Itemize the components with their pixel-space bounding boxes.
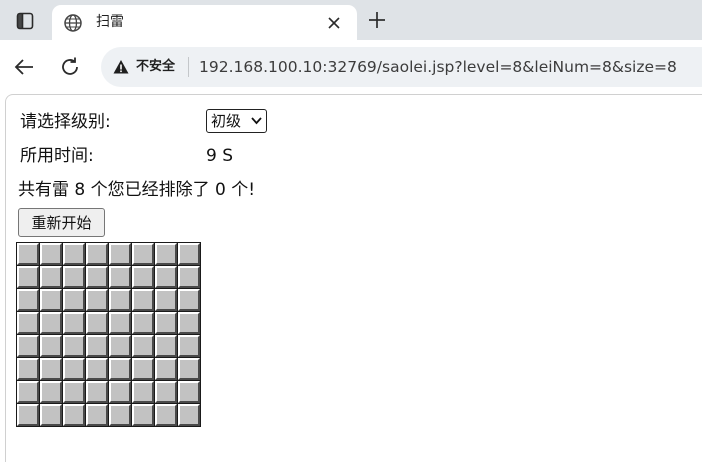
mine-cell[interactable]: [16, 357, 40, 381]
mine-cell[interactable]: [177, 380, 201, 404]
mine-cell[interactable]: [154, 357, 178, 381]
mine-cell[interactable]: [16, 265, 40, 289]
security-indicator[interactable]: 不安全: [136, 57, 175, 77]
mine-cell[interactable]: [108, 288, 132, 312]
mine-cell[interactable]: [154, 265, 178, 289]
mine-cell[interactable]: [131, 311, 155, 335]
mine-cell[interactable]: [39, 288, 63, 312]
mine-cell[interactable]: [39, 403, 63, 427]
mine-cell[interactable]: [177, 334, 201, 358]
omnibox-divider: [188, 57, 189, 77]
mine-counter-text: 共有雷 8 个您已经排除了 0 个!: [18, 180, 256, 200]
mine-cell[interactable]: [62, 357, 86, 381]
mine-cell[interactable]: [39, 265, 63, 289]
browser-toolbar: 不安全 192.168.100.10:32769/saolei.jsp?leve…: [0, 40, 702, 94]
mine-cell[interactable]: [131, 380, 155, 404]
mine-cell[interactable]: [16, 311, 40, 335]
tab-actions-button[interactable]: [10, 8, 40, 34]
warning-icon: [113, 60, 129, 74]
tab-title: 扫雷: [96, 14, 124, 30]
mine-cell[interactable]: [154, 334, 178, 358]
mine-cell[interactable]: [131, 357, 155, 381]
mine-cell[interactable]: [177, 311, 201, 335]
url-text[interactable]: 192.168.100.10:32769/saolei.jsp?level=8&…: [199, 56, 677, 78]
level-select-value: 初级: [211, 112, 242, 130]
mine-cell[interactable]: [16, 403, 40, 427]
mine-cell[interactable]: [85, 380, 109, 404]
mine-cell[interactable]: [39, 357, 63, 381]
mine-cell[interactable]: [177, 288, 201, 312]
mine-cell[interactable]: [62, 242, 86, 266]
mine-cell[interactable]: [62, 403, 86, 427]
arrow-left-icon: [14, 59, 33, 75]
sidebar-panel-icon: [16, 12, 34, 30]
mine-cell[interactable]: [16, 242, 40, 266]
active-tab[interactable]: 扫雷: [52, 5, 357, 40]
tab-strip: 扫雷: [0, 0, 702, 40]
mine-cell[interactable]: [39, 311, 63, 335]
level-label: 请选择级别:: [20, 112, 111, 132]
mine-cell[interactable]: [85, 357, 109, 381]
mine-cell[interactable]: [108, 380, 132, 404]
mine-cell[interactable]: [177, 265, 201, 289]
mine-cell[interactable]: [108, 334, 132, 358]
mine-cell[interactable]: [154, 311, 178, 335]
mine-cell[interactable]: [16, 380, 40, 404]
mine-cell[interactable]: [39, 380, 63, 404]
mine-cell[interactable]: [108, 403, 132, 427]
mine-cell[interactable]: [131, 265, 155, 289]
time-value: 9 S: [206, 146, 234, 166]
mine-cell[interactable]: [85, 334, 109, 358]
mine-cell[interactable]: [131, 288, 155, 312]
mine-cell[interactable]: [85, 311, 109, 335]
plus-icon: [369, 12, 385, 28]
mine-cell[interactable]: [62, 380, 86, 404]
mine-cell[interactable]: [108, 357, 132, 381]
level-select[interactable]: 初级: [206, 109, 267, 133]
mine-cell[interactable]: [62, 288, 86, 312]
time-label: 所用时间:: [20, 146, 94, 166]
page-viewport: 请选择级别: 初级 所用时间: 9 S 共有雷 8 个您已经排除了 0 个! 重…: [5, 94, 702, 462]
globe-icon: [64, 14, 82, 32]
mine-cell[interactable]: [154, 288, 178, 312]
mine-cell[interactable]: [85, 288, 109, 312]
mine-cell[interactable]: [131, 403, 155, 427]
mine-cell[interactable]: [177, 403, 201, 427]
reload-button[interactable]: [57, 54, 83, 80]
restart-button[interactable]: 重新开始: [18, 208, 105, 237]
mine-cell[interactable]: [85, 242, 109, 266]
mine-cell[interactable]: [131, 334, 155, 358]
mine-cell[interactable]: [62, 311, 86, 335]
mine-cell[interactable]: [131, 242, 155, 266]
mine-cell[interactable]: [154, 403, 178, 427]
mine-cell[interactable]: [154, 242, 178, 266]
mine-cell[interactable]: [62, 334, 86, 358]
address-bar[interactable]: 不安全 192.168.100.10:32769/saolei.jsp?leve…: [101, 47, 702, 87]
mine-cell[interactable]: [39, 334, 63, 358]
mine-cell[interactable]: [16, 288, 40, 312]
close-icon: [328, 17, 340, 29]
mine-cell[interactable]: [85, 403, 109, 427]
mine-cell[interactable]: [108, 311, 132, 335]
mine-cell[interactable]: [39, 242, 63, 266]
minefield-grid: [16, 242, 202, 428]
mine-cell[interactable]: [108, 265, 132, 289]
mine-cell[interactable]: [177, 242, 201, 266]
mine-cell[interactable]: [16, 334, 40, 358]
new-tab-button[interactable]: [365, 8, 389, 32]
chevron-down-icon: [251, 117, 262, 125]
mine-cell[interactable]: [62, 265, 86, 289]
mine-cell[interactable]: [177, 357, 201, 381]
reload-icon: [62, 57, 78, 75]
back-button[interactable]: [11, 54, 37, 80]
mine-cell[interactable]: [154, 380, 178, 404]
mine-cell[interactable]: [85, 265, 109, 289]
close-tab-button[interactable]: [324, 13, 344, 33]
mine-cell[interactable]: [108, 242, 132, 266]
